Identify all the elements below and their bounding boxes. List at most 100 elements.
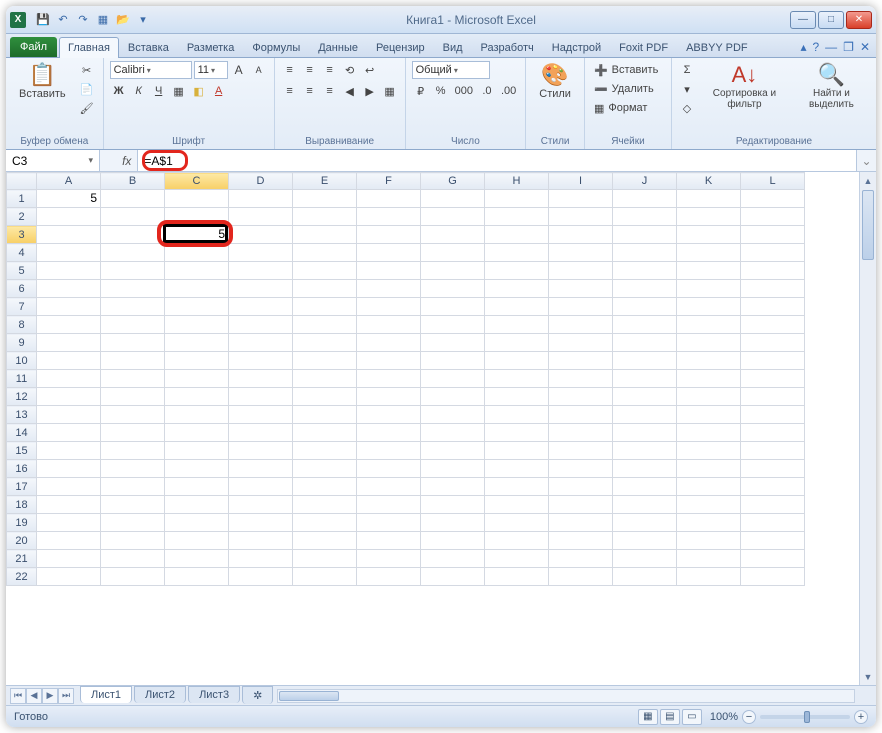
grow-font-button[interactable]: A <box>230 61 248 79</box>
cell-D1[interactable] <box>229 190 293 208</box>
cell-E6[interactable] <box>293 280 357 298</box>
new-sheet-button[interactable]: ✲ <box>242 686 273 704</box>
cell-D12[interactable] <box>229 388 293 406</box>
cell-A12[interactable] <box>37 388 101 406</box>
cell-L8[interactable] <box>741 316 805 334</box>
cell-E18[interactable] <box>293 496 357 514</box>
cell-G15[interactable] <box>421 442 485 460</box>
qat-undo[interactable]: ↶ <box>54 11 72 29</box>
cell-E10[interactable] <box>293 352 357 370</box>
cell-L10[interactable] <box>741 352 805 370</box>
cell-K18[interactable] <box>677 496 741 514</box>
cell-I18[interactable] <box>549 496 613 514</box>
cell-J17[interactable] <box>613 478 677 496</box>
cell-J8[interactable] <box>613 316 677 334</box>
cell-F16[interactable] <box>357 460 421 478</box>
cell-D6[interactable] <box>229 280 293 298</box>
align-middle[interactable]: ≡ <box>301 61 319 79</box>
cell-F2[interactable] <box>357 208 421 226</box>
cell-A8[interactable] <box>37 316 101 334</box>
cell-H5[interactable] <box>485 262 549 280</box>
cell-E22[interactable] <box>293 568 357 586</box>
row-header-5[interactable]: 5 <box>7 262 37 280</box>
cell-D3[interactable] <box>229 226 293 244</box>
cell-B7[interactable] <box>101 298 165 316</box>
merge-button[interactable]: ▦ <box>381 82 399 100</box>
cell-G5[interactable] <box>421 262 485 280</box>
cell-F17[interactable] <box>357 478 421 496</box>
cell-I6[interactable] <box>549 280 613 298</box>
column-header-K[interactable]: K <box>677 173 741 190</box>
cell-F1[interactable] <box>357 190 421 208</box>
row-header-19[interactable]: 19 <box>7 514 37 532</box>
cell-F4[interactable] <box>357 244 421 262</box>
cell-D11[interactable] <box>229 370 293 388</box>
cell-J19[interactable] <box>613 514 677 532</box>
cell-A21[interactable] <box>37 550 101 568</box>
cell-B15[interactable] <box>101 442 165 460</box>
cell-H20[interactable] <box>485 532 549 550</box>
column-header-D[interactable]: D <box>229 173 293 190</box>
cell-A22[interactable] <box>37 568 101 586</box>
cell-K21[interactable] <box>677 550 741 568</box>
cut-button[interactable]: ✂ <box>77 61 97 79</box>
cell-H3[interactable] <box>485 226 549 244</box>
cell-F11[interactable] <box>357 370 421 388</box>
cell-E16[interactable] <box>293 460 357 478</box>
column-header-C[interactable]: C <box>165 173 229 190</box>
mdi-close[interactable]: ✕ <box>860 40 870 54</box>
tab-формулы[interactable]: Формулы <box>243 37 309 58</box>
cell-C18[interactable] <box>165 496 229 514</box>
sheet-tab-active[interactable]: Лист1 <box>80 686 132 703</box>
align-right[interactable]: ≡ <box>321 82 339 100</box>
cell-G19[interactable] <box>421 514 485 532</box>
cell-F19[interactable] <box>357 514 421 532</box>
increase-decimal[interactable]: .0 <box>478 82 496 100</box>
cell-G10[interactable] <box>421 352 485 370</box>
cell-K14[interactable] <box>677 424 741 442</box>
cell-L16[interactable] <box>741 460 805 478</box>
cell-C13[interactable] <box>165 406 229 424</box>
row-header-2[interactable]: 2 <box>7 208 37 226</box>
cell-H14[interactable] <box>485 424 549 442</box>
tab-разработч[interactable]: Разработч <box>472 37 543 58</box>
window-maximize[interactable]: □ <box>818 11 844 29</box>
vertical-scrollbar[interactable]: ▲ ▼ <box>859 172 876 685</box>
cell-J10[interactable] <box>613 352 677 370</box>
cell-E7[interactable] <box>293 298 357 316</box>
number-format-combo[interactable]: Общий▾ <box>412 61 490 79</box>
percent-button[interactable]: % <box>432 82 450 100</box>
cell-I5[interactable] <box>549 262 613 280</box>
cell-D9[interactable] <box>229 334 293 352</box>
comma-button[interactable]: 000 <box>452 82 476 100</box>
ribbon-minimize[interactable]: ▴ <box>800 40 806 54</box>
sheet-tab[interactable]: Лист3 <box>188 686 240 703</box>
cell-F13[interactable] <box>357 406 421 424</box>
cell-A6[interactable] <box>37 280 101 298</box>
cell-E17[interactable] <box>293 478 357 496</box>
row-header-22[interactable]: 22 <box>7 568 37 586</box>
cell-J4[interactable] <box>613 244 677 262</box>
cell-E1[interactable] <box>293 190 357 208</box>
cell-I1[interactable] <box>549 190 613 208</box>
cell-L2[interactable] <box>741 208 805 226</box>
cell-E14[interactable] <box>293 424 357 442</box>
cell-E21[interactable] <box>293 550 357 568</box>
cell-B12[interactable] <box>101 388 165 406</box>
cell-E12[interactable] <box>293 388 357 406</box>
cell-C20[interactable] <box>165 532 229 550</box>
cell-C10[interactable] <box>165 352 229 370</box>
cell-H2[interactable] <box>485 208 549 226</box>
cell-E3[interactable] <box>293 226 357 244</box>
cell-J13[interactable] <box>613 406 677 424</box>
cell-K3[interactable] <box>677 226 741 244</box>
cell-K6[interactable] <box>677 280 741 298</box>
view-page-layout-button[interactable]: ▤ <box>660 709 680 725</box>
cell-H12[interactable] <box>485 388 549 406</box>
cell-H8[interactable] <box>485 316 549 334</box>
paste-button[interactable]: 📋 Вставить <box>12 61 73 103</box>
column-header-L[interactable]: L <box>741 173 805 190</box>
cell-F14[interactable] <box>357 424 421 442</box>
cell-H7[interactable] <box>485 298 549 316</box>
cell-K5[interactable] <box>677 262 741 280</box>
